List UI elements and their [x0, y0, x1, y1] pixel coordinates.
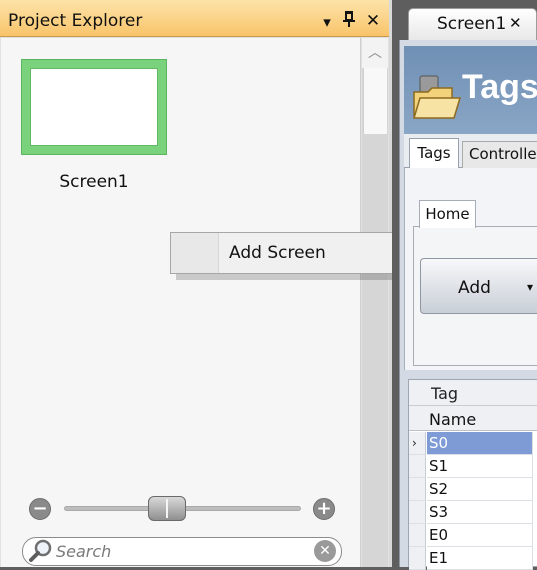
- tab-close-icon[interactable]: ✕: [509, 14, 522, 32]
- add-button-label: Add: [458, 278, 491, 298]
- row-header[interactable]: [409, 501, 426, 524]
- close-icon[interactable]: ✕: [364, 11, 382, 31]
- scroll-up-icon[interactable]: ︿: [362, 38, 388, 68]
- context-menu-item-add-screen[interactable]: Add Screen: [229, 243, 326, 263]
- tab-screen1-label: Screen1: [437, 14, 507, 34]
- table-row[interactable]: S0: [427, 432, 533, 455]
- grid-column-header-label: Name: [429, 410, 477, 429]
- row-header[interactable]: [409, 478, 426, 501]
- zoom-out-icon[interactable]: −: [29, 498, 51, 520]
- add-dropdown-icon[interactable]: ▾: [527, 280, 533, 294]
- search-icon: [27, 538, 55, 564]
- dropdown-icon[interactable]: ▾: [318, 12, 336, 32]
- table-row[interactable]: S1: [427, 455, 533, 478]
- tab-home[interactable]: Home: [419, 200, 476, 228]
- zoom-slider-grip: [166, 499, 168, 518]
- search-input[interactable]: [56, 540, 306, 562]
- project-explorer-title: Project Explorer: [8, 11, 143, 31]
- context-menu-icon-column: [171, 233, 219, 273]
- tags-title: Tags: [462, 68, 537, 106]
- screen-thumbnail-preview: [30, 68, 158, 146]
- row-header[interactable]: [409, 524, 426, 547]
- table-row[interactable]: S3: [427, 501, 533, 524]
- table-row[interactable]: S2: [427, 478, 533, 501]
- zoom-in-icon[interactable]: +: [313, 498, 335, 520]
- pin-icon[interactable]: [340, 10, 358, 33]
- clear-icon[interactable]: ✕: [314, 540, 336, 562]
- row-pointer-icon: ›: [412, 436, 417, 450]
- screen-thumbnail-label: Screen1: [59, 172, 129, 192]
- grid-group-header: [409, 380, 537, 406]
- scrollbar-thumb[interactable]: [363, 68, 387, 134]
- tags-folder-icon: [412, 72, 464, 122]
- tab-controller[interactable]: Controller: [462, 141, 537, 168]
- grid-group-header-label: Tag: [431, 384, 459, 403]
- table-row[interactable]: E0: [427, 524, 533, 547]
- tab-tags[interactable]: Tags: [409, 138, 459, 168]
- row-header[interactable]: [409, 455, 426, 478]
